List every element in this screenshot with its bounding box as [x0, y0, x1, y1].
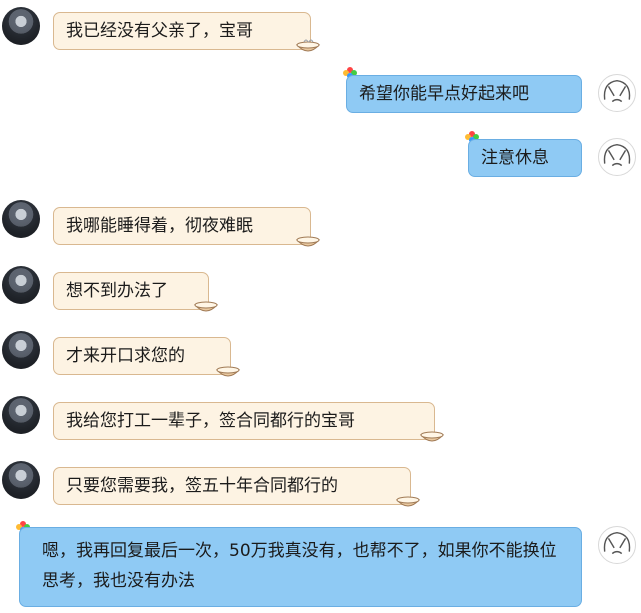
user-avatar[interactable]: [598, 74, 636, 112]
message-bubble-right: 注意休息: [468, 139, 582, 177]
message-text: 只要您需要我，签五十年合同都行的: [66, 476, 338, 496]
message-text: 嗯，我再回复最后一次，50万我真没有，也帮不了，如果你不能换位思考，我也没有办法: [42, 541, 557, 591]
contact-avatar[interactable]: [2, 396, 40, 434]
message-text: 才来开口求您的: [66, 346, 185, 366]
bowl-icon: [215, 366, 241, 377]
message-bubble-left: 我给您打工一辈子，签合同都行的宝哥: [53, 402, 435, 440]
message-bubble-right: 希望你能早点好起来吧: [346, 75, 582, 113]
contact-avatar[interactable]: [2, 200, 40, 238]
message-text: 希望你能早点好起来吧: [359, 84, 529, 104]
contact-avatar[interactable]: [2, 266, 40, 304]
message-text: 注意休息: [481, 148, 549, 168]
message-text: 我哪能睡得着，彻夜难眠: [66, 216, 253, 236]
bowl-icon: [295, 236, 321, 247]
user-avatar[interactable]: [598, 138, 636, 176]
message-bubble-left: 才来开口求您的: [53, 337, 231, 375]
sketch-face-icon: [603, 143, 631, 167]
sketch-face-icon: [603, 79, 631, 103]
message-bubble-left: 想不到办法了: [53, 272, 209, 310]
bowl-icon: [295, 39, 321, 52]
sketch-face-icon: [603, 531, 631, 555]
bowl-icon: [395, 496, 421, 507]
contact-avatar[interactable]: [2, 461, 40, 499]
message-text: 我给您打工一辈子，签合同都行的宝哥: [66, 411, 355, 431]
bowl-icon: [419, 431, 445, 442]
message-text: 我已经没有父亲了，宝哥: [66, 21, 253, 41]
user-avatar[interactable]: [598, 526, 636, 564]
contact-avatar[interactable]: [2, 331, 40, 369]
contact-avatar[interactable]: [2, 7, 40, 45]
chat-window: 我已经没有父亲了，宝哥 希望你能早点好起来吧 注意休息 我哪能睡得着，彻夜难眠 …: [0, 0, 641, 613]
message-text: 想不到办法了: [66, 281, 168, 301]
message-bubble-right: 嗯，我再回复最后一次，50万我真没有，也帮不了，如果你不能换位思考，我也没有办法: [19, 527, 582, 607]
message-bubble-left: 只要您需要我，签五十年合同都行的: [53, 467, 411, 505]
message-bubble-left: 我哪能睡得着，彻夜难眠: [53, 207, 311, 245]
bowl-icon: [193, 301, 219, 312]
message-bubble-left: 我已经没有父亲了，宝哥: [53, 12, 311, 50]
